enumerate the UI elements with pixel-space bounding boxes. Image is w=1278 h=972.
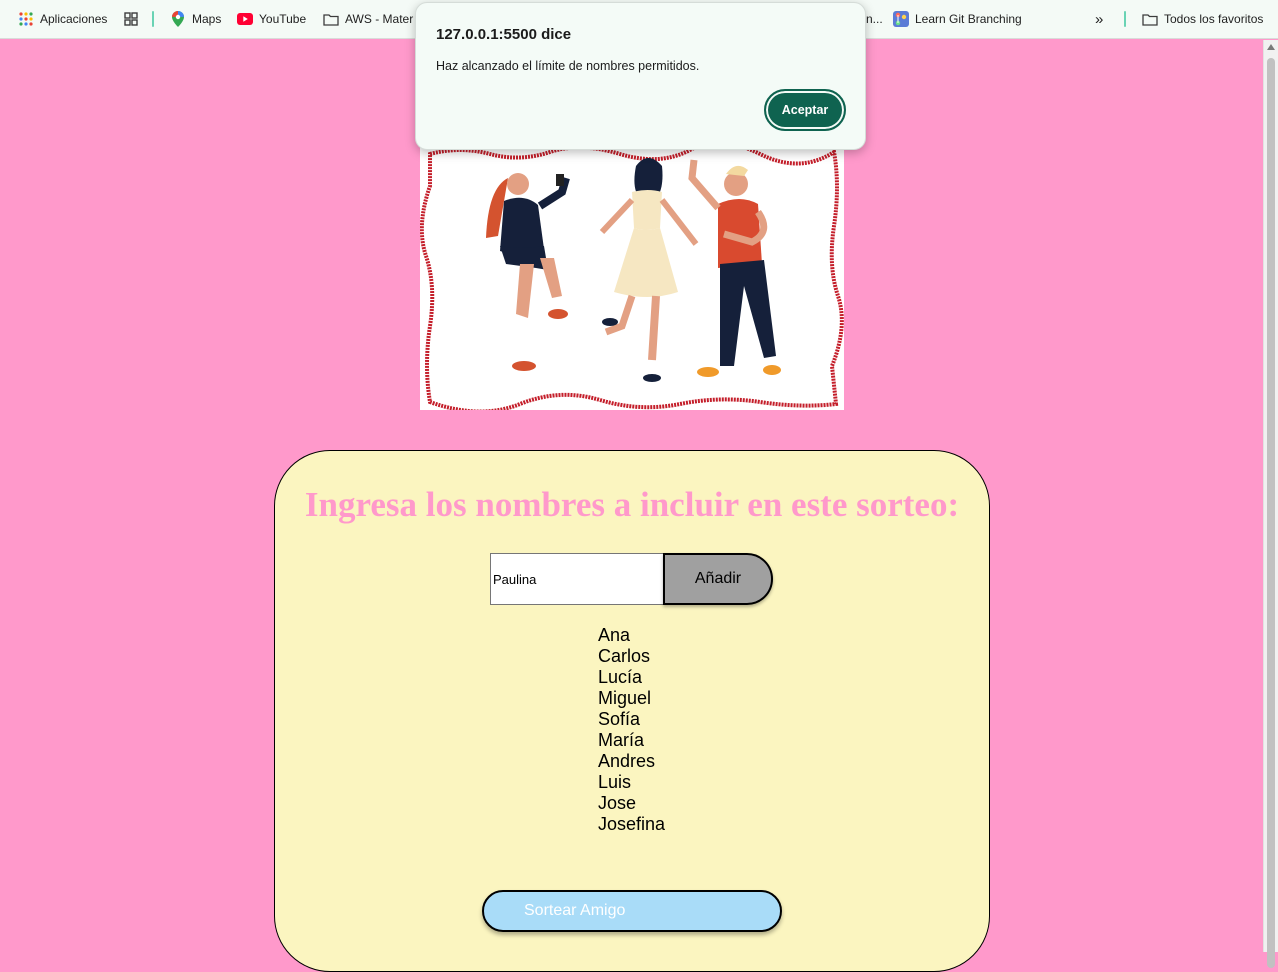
bookmark-maps[interactable]: Maps — [170, 0, 221, 38]
bookmark-aws-folder[interactable]: AWS - Mater — [323, 0, 413, 38]
dancing-friends-illustration — [420, 146, 844, 410]
youtube-icon — [237, 11, 253, 27]
maps-pin-icon — [170, 11, 186, 27]
bookmark-all-favorites[interactable]: Todos los favoritos — [1142, 0, 1263, 38]
secret-friend-card: Ingresa los nombres a incluir en este so… — [274, 450, 990, 972]
names-list: Ana Carlos Lucía Miguel Sofía María Andr… — [598, 625, 665, 835]
list-item: Ana — [598, 625, 631, 645]
bookmark-youtube[interactable]: YouTube — [237, 0, 306, 38]
list-item: María — [598, 730, 645, 750]
scroll-up-arrow-icon[interactable] — [1267, 44, 1275, 50]
bookmark-aws-label: AWS - Mater — [345, 12, 414, 26]
add-name-button[interactable]: Añadir — [663, 553, 773, 605]
chevron-double-right-icon: » — [1095, 10, 1104, 28]
tab-groups-icon — [123, 11, 139, 27]
woman-middle-figure — [599, 158, 699, 382]
list-item: Luis — [598, 772, 632, 792]
list-item: Lucía — [598, 667, 643, 687]
bookmark-learn-git[interactable]: Learn Git Branching — [893, 0, 1022, 38]
woman-left-figure — [486, 173, 570, 371]
list-item: Jose — [598, 793, 637, 813]
bookmark-separator — [1124, 11, 1126, 27]
apps-grid-icon — [18, 11, 34, 27]
list-item: Josefina — [598, 814, 666, 834]
dialog-message: Haz alcanzado el límite de nombres permi… — [436, 59, 700, 73]
bookmark-maps-label: Maps — [192, 12, 222, 26]
bookmark-truncated-label: n... — [866, 12, 883, 26]
bookmark-learn-git-label: Learn Git Branching — [915, 12, 1022, 26]
bookmark-separator — [152, 11, 154, 27]
list-item: Carlos — [598, 646, 651, 666]
alert-dialog: 127.0.0.1:5500 dice Haz alcanzado el lím… — [415, 2, 866, 150]
scrollbar-thumb[interactable] — [1267, 58, 1275, 968]
dialog-accept-button[interactable]: Aceptar — [764, 89, 846, 131]
list-item: Andres — [598, 751, 656, 771]
name-input[interactable] — [490, 553, 664, 605]
bookmark-apps[interactable]: Aplicaciones — [18, 0, 107, 38]
dialog-title: 127.0.0.1:5500 dice — [436, 26, 572, 43]
list-item: Miguel — [598, 688, 652, 708]
folder-icon — [1142, 11, 1158, 27]
bookmark-apps-label: Aplicaciones — [40, 12, 108, 26]
folder-icon — [323, 11, 339, 27]
bookmark-tab-groups[interactable] — [123, 0, 139, 38]
bookmarks-overflow-button[interactable]: » — [1095, 0, 1103, 38]
page-scrollbar[interactable] — [1263, 40, 1278, 968]
list-item: Sofía — [598, 709, 641, 729]
bookmark-all-favorites-label: Todos los favoritos — [1164, 12, 1264, 26]
git-branching-icon — [893, 11, 909, 27]
bookmark-youtube-label: YouTube — [259, 12, 307, 26]
draw-friend-button[interactable]: Sortear Amigo — [482, 890, 782, 932]
bookmark-truncated[interactable]: n... — [866, 0, 883, 38]
man-right-figure — [688, 159, 781, 377]
page-heading: Ingresa los nombres a incluir en este so… — [304, 485, 960, 524]
